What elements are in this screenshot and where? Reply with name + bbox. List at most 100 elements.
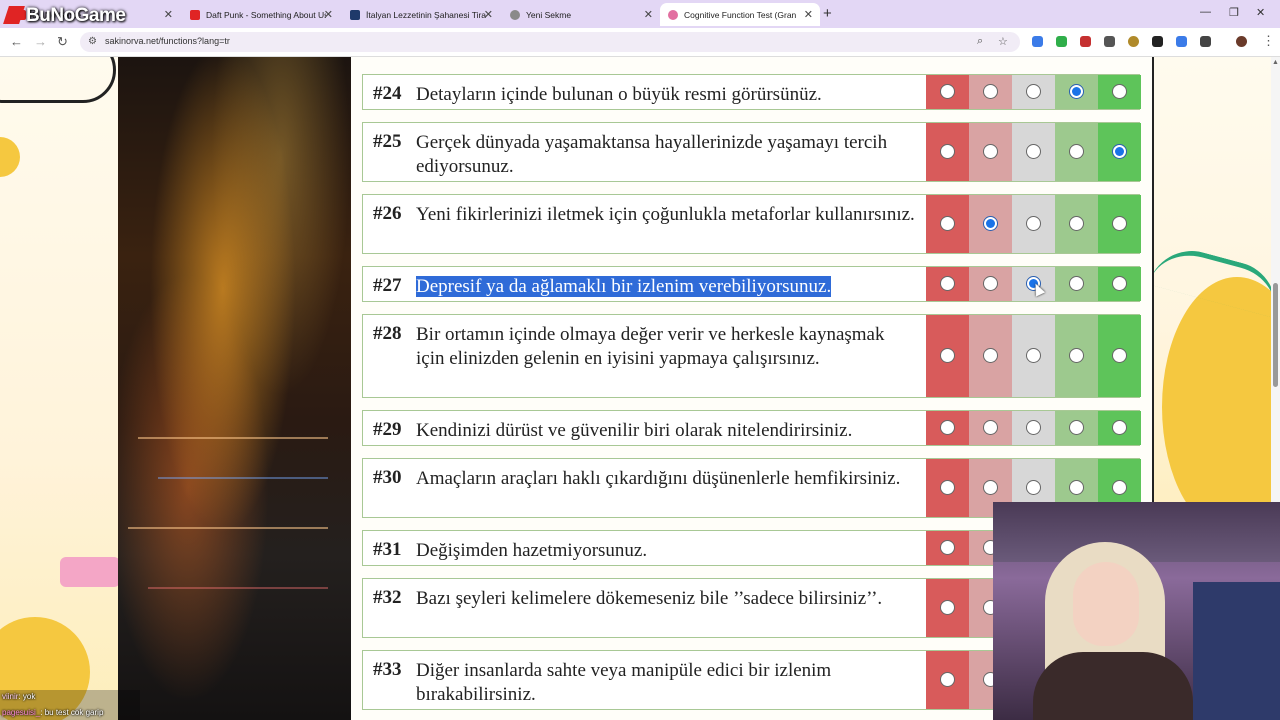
answer-radio-button[interactable]: [1068, 480, 1084, 495]
answer-radio-button[interactable]: [982, 480, 998, 495]
answer-radio-button[interactable]: [939, 144, 955, 159]
youtube-favicon-icon: [190, 9, 200, 20]
url-text[interactable]: sakinorva.net/functions?lang=tr: [105, 36, 230, 46]
answer-radio-button[interactable]: [1068, 348, 1084, 363]
answer-radio-button[interactable]: [1025, 144, 1041, 159]
webcam-person-body: [1033, 652, 1193, 720]
answer-radio-button[interactable]: [1068, 276, 1084, 291]
answer-radio-button[interactable]: [1025, 216, 1041, 231]
question-row: #25 Gerçek dünyada yaşamaktansa hayalleri…: [362, 122, 1141, 182]
question-number: #27: [373, 275, 402, 296]
answer-radio-button[interactable]: [939, 600, 955, 615]
answer-radio-button[interactable]: [939, 216, 955, 231]
answer-radio-button[interactable]: [939, 672, 955, 687]
answer-radio-button[interactable]: [939, 276, 955, 291]
answer-radio-button[interactable]: [939, 348, 955, 363]
tab-bar: Bu No Game ✕ Daft Punk - Something About…: [0, 0, 1280, 28]
close-window-icon[interactable]: ✕: [1256, 6, 1265, 19]
scroll-up-arrow-icon[interactable]: ▲: [1272, 59, 1279, 66]
question-text: Değişimden hazetmiyorsunuz.: [416, 540, 648, 561]
answer-option-1: [926, 195, 969, 253]
answer-option-1: [926, 315, 969, 397]
answer-option-1: [926, 459, 969, 517]
answer-option-4: [1055, 411, 1098, 445]
extension-icon[interactable]: [1080, 36, 1091, 47]
tab-title: Yeni Sekme: [526, 9, 572, 20]
answer-radio-button[interactable]: [1111, 144, 1127, 159]
light-streak: [148, 587, 328, 589]
answer-radio-button[interactable]: [1111, 420, 1127, 435]
answer-radio-button[interactable]: [982, 420, 998, 435]
decorative-blob: [1162, 277, 1280, 537]
close-tab-icon[interactable]: ✕: [484, 8, 493, 21]
restore-icon[interactable]: ❐: [1229, 6, 1239, 19]
answer-radio-button[interactable]: [1068, 216, 1084, 231]
forward-arrow-icon[interactable]: →: [34, 34, 47, 49]
new-tab-plus-icon[interactable]: +: [823, 5, 832, 22]
question-number: #30: [373, 467, 402, 488]
question-number: #25: [373, 131, 402, 152]
answer-radio-button[interactable]: [1111, 348, 1127, 363]
answer-option-5: [1098, 315, 1141, 397]
answer-radio-button[interactable]: [1111, 216, 1127, 231]
decorative-blob: [60, 557, 120, 587]
address-bar[interactable]: ⚙ sakinorva.net/functions?lang=tr ⌕ ☆: [80, 32, 1020, 52]
answer-option-2: [969, 75, 1012, 109]
answer-option-2: [969, 267, 1012, 301]
tab-3[interactable]: İtalyan Lezzetinin Şahanesi Tiramisu ✕: [342, 3, 500, 26]
answer-radio-button[interactable]: [1068, 144, 1084, 159]
answer-option-1: [926, 267, 969, 301]
tab-2[interactable]: Daft Punk - Something About Us ✕: [182, 3, 340, 26]
answer-radio-button[interactable]: [1025, 84, 1041, 99]
close-tab-icon[interactable]: ✕: [164, 8, 173, 21]
site-info-icon[interactable]: ⚙: [88, 36, 97, 47]
answer-radio-button[interactable]: [982, 84, 998, 99]
question-row: #27 Depresif ya da ağlamaklı bir izlenim …: [362, 266, 1141, 302]
tab-4[interactable]: Yeni Sekme ✕: [502, 3, 660, 26]
answer-radio-button[interactable]: [1025, 480, 1041, 495]
answer-radio-button[interactable]: [939, 480, 955, 495]
profile-avatar-icon[interactable]: [1236, 36, 1247, 47]
extension-icon[interactable]: [1128, 36, 1139, 47]
answer-radio-button[interactable]: [1068, 420, 1084, 435]
answer-radio-button[interactable]: [1111, 276, 1127, 291]
answer-radio-button[interactable]: [982, 144, 998, 159]
zoom-icon[interactable]: ⌕: [977, 35, 983, 48]
close-tab-icon[interactable]: ✕: [644, 8, 653, 21]
answer-option-1: [926, 75, 969, 109]
answer-radio-button[interactable]: [1025, 348, 1041, 363]
answer-radio-button[interactable]: [982, 348, 998, 363]
answer-radio-button[interactable]: [982, 216, 998, 231]
answer-option-4: [1055, 195, 1098, 253]
question-text: Bir ortamın içinde olmaya değer verir ve…: [416, 324, 885, 369]
question-text: Depresif ya da ağlamaklı bir izlenim ver…: [416, 275, 916, 299]
extensions-puzzle-icon[interactable]: [1200, 36, 1211, 47]
extension-icon[interactable]: [1176, 36, 1187, 47]
extension-icon[interactable]: [1152, 36, 1163, 47]
extension-icon[interactable]: [1104, 36, 1115, 47]
answer-radio-button[interactable]: [939, 540, 955, 555]
answer-radio-button[interactable]: [1025, 420, 1041, 435]
scrollbar-thumb[interactable]: [1273, 283, 1278, 387]
reload-icon[interactable]: ↻: [57, 34, 68, 50]
answer-radio-button[interactable]: [1068, 84, 1084, 99]
stream-logo: BuNoGame: [3, 5, 126, 27]
menu-kebab-icon[interactable]: ⋮: [1262, 33, 1275, 49]
answer-option-1: [926, 123, 969, 181]
minimize-icon[interactable]: —: [1200, 6, 1211, 18]
selected-text-highlight: Depresif ya da ağlamaklı bir izlenim ver…: [416, 276, 832, 297]
close-tab-icon[interactable]: ✕: [804, 8, 813, 21]
close-tab-icon[interactable]: ✕: [324, 8, 333, 21]
bookmark-star-icon[interactable]: ☆: [998, 35, 1008, 48]
question-text: Kendinizi dürüst ve güvenilir biri olara…: [416, 420, 853, 441]
answer-radio-button[interactable]: [939, 84, 955, 99]
question-number: #31: [373, 539, 402, 560]
answer-radio-button[interactable]: [1111, 480, 1127, 495]
shield-extension-icon[interactable]: [1056, 36, 1067, 47]
back-arrow-icon[interactable]: ←: [10, 34, 23, 49]
answer-radio-button[interactable]: [939, 420, 955, 435]
tab-5-active[interactable]: Cognitive Function Test (Grant/Br ✕: [660, 3, 820, 26]
answer-radio-button[interactable]: [1111, 84, 1127, 99]
answer-radio-button[interactable]: [982, 276, 998, 291]
translate-extension-icon[interactable]: [1032, 36, 1043, 47]
